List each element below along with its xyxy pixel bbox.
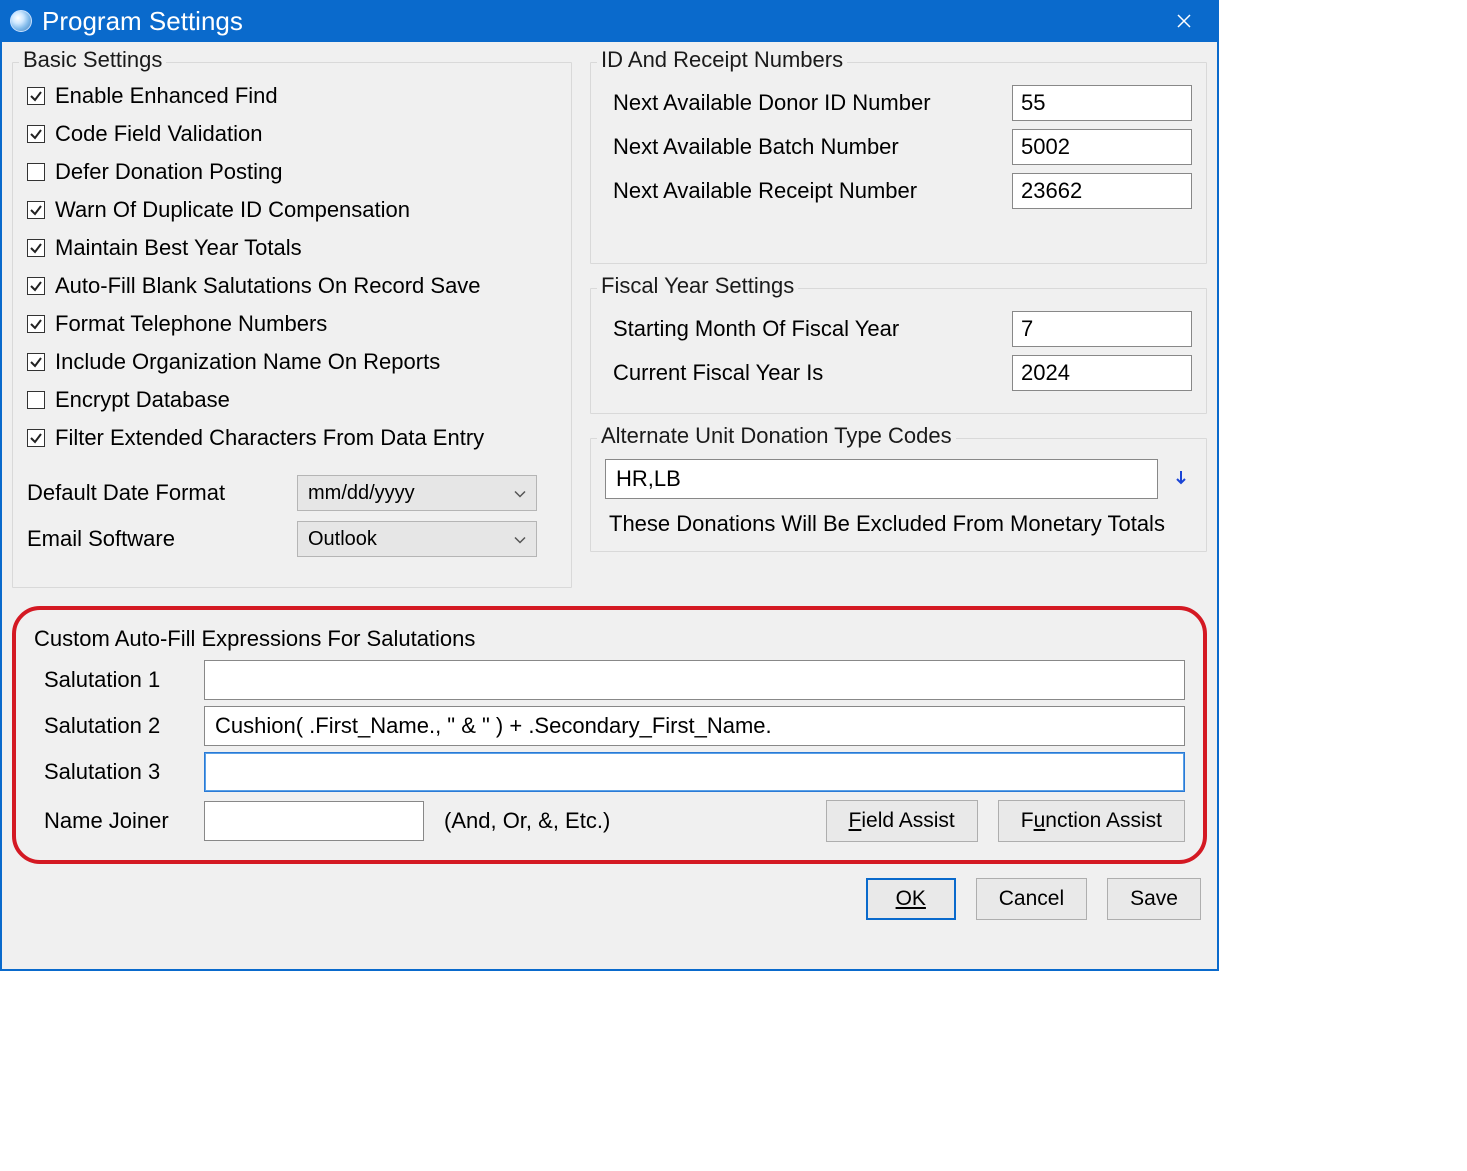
checkbox[interactable] xyxy=(27,239,45,257)
checkbox[interactable] xyxy=(27,391,45,409)
arrow-down-icon[interactable] xyxy=(1170,468,1192,490)
fiscal-year-input[interactable] xyxy=(1012,355,1192,391)
salutation1-input[interactable] xyxy=(204,660,1185,700)
checkbox-label: Enable Enhanced Find xyxy=(55,83,278,109)
checkbox-row: Code Field Validation xyxy=(27,121,557,147)
batch-num-label: Next Available Batch Number xyxy=(605,134,1012,160)
checkbox-row: Filter Extended Characters From Data Ent… xyxy=(27,425,557,451)
salutation3-input[interactable] xyxy=(204,752,1185,792)
dialog-buttons: OK Cancel Save xyxy=(12,878,1201,920)
fiscal-month-input[interactable] xyxy=(1012,311,1192,347)
checkbox-row: Defer Donation Posting xyxy=(27,159,557,185)
chevron-down-icon xyxy=(514,528,526,551)
date-format-label: Default Date Format xyxy=(27,480,297,506)
function-assist-button[interactable]: Function Assist xyxy=(998,800,1185,842)
field-assist-button[interactable]: Field Assist xyxy=(826,800,978,842)
chevron-down-icon xyxy=(514,482,526,505)
checkbox-label: Warn Of Duplicate ID Compensation xyxy=(55,197,410,223)
checkbox[interactable] xyxy=(27,315,45,333)
checkbox-label: Maintain Best Year Totals xyxy=(55,235,302,261)
checkbox-row: Maintain Best Year Totals xyxy=(27,235,557,261)
altunit-note: These Donations Will Be Excluded From Mo… xyxy=(605,511,1192,537)
date-format-select[interactable]: mm/dd/yyyy xyxy=(297,475,537,511)
altunit-group: Alternate Unit Donation Type Codes These… xyxy=(590,438,1207,552)
id-numbers-title: ID And Receipt Numbers xyxy=(597,47,847,73)
close-icon xyxy=(1176,13,1192,29)
window-title: Program Settings xyxy=(42,6,1161,37)
basic-settings-group: Basic Settings Enable Enhanced FindCode … xyxy=(12,62,572,588)
checkbox-label: Format Telephone Numbers xyxy=(55,311,327,337)
titlebar: Program Settings xyxy=(2,0,1217,42)
checkbox[interactable] xyxy=(27,163,45,181)
checkbox-label: Filter Extended Characters From Data Ent… xyxy=(55,425,484,451)
donor-id-input[interactable] xyxy=(1012,85,1192,121)
salutation-group: Custom Auto-Fill Expressions For Salutat… xyxy=(12,606,1207,864)
salutation1-label: Salutation 1 xyxy=(34,667,204,693)
checkbox-row: Encrypt Database xyxy=(27,387,557,413)
receipt-num-input[interactable] xyxy=(1012,173,1192,209)
email-software-value: Outlook xyxy=(308,528,377,551)
checkbox[interactable] xyxy=(27,201,45,219)
name-joiner-input[interactable] xyxy=(204,801,424,841)
app-icon xyxy=(10,10,32,32)
salutation3-label: Salutation 3 xyxy=(34,759,204,785)
id-numbers-group: ID And Receipt Numbers Next Available Do… xyxy=(590,62,1207,264)
basic-settings-title: Basic Settings xyxy=(19,47,166,73)
ok-button[interactable]: OK xyxy=(866,878,956,920)
checkbox[interactable] xyxy=(27,87,45,105)
checkbox[interactable] xyxy=(27,125,45,143)
email-software-label: Email Software xyxy=(27,526,297,552)
altunit-title: Alternate Unit Donation Type Codes xyxy=(597,423,956,449)
checkbox-row: Enable Enhanced Find xyxy=(27,83,557,109)
settings-window: Program Settings Basic Settings Enable E… xyxy=(0,0,1219,971)
checkbox-row: Warn Of Duplicate ID Compensation xyxy=(27,197,557,223)
salutation2-label: Salutation 2 xyxy=(34,713,204,739)
checkbox-label: Defer Donation Posting xyxy=(55,159,282,185)
salutation-group-title: Custom Auto-Fill Expressions For Salutat… xyxy=(34,626,1185,652)
content-area: Basic Settings Enable Enhanced Find Code … xyxy=(2,42,1217,969)
checkbox-row: Auto-Fill Blank Salutations On Record Sa… xyxy=(27,273,557,299)
email-software-select[interactable]: Outlook xyxy=(297,521,537,557)
checkbox-label: Auto-Fill Blank Salutations On Record Sa… xyxy=(55,273,481,299)
checkbox-label: Encrypt Database xyxy=(55,387,230,413)
date-format-value: mm/dd/yyyy xyxy=(308,482,415,505)
cancel-button[interactable]: Cancel xyxy=(976,878,1087,920)
fiscal-year-title: Fiscal Year Settings xyxy=(597,273,798,299)
checkbox-label: Code Field Validation xyxy=(55,121,263,147)
checkbox-row: Include Organization Name On Reports xyxy=(27,349,557,375)
receipt-num-label: Next Available Receipt Number xyxy=(605,178,1012,204)
name-joiner-label: Name Joiner xyxy=(34,808,204,834)
fiscal-year-group: Fiscal Year Settings Starting Month Of F… xyxy=(590,288,1207,414)
donor-id-label: Next Available Donor ID Number xyxy=(605,90,1012,116)
batch-num-input[interactable] xyxy=(1012,129,1192,165)
checkbox-row: Format Telephone Numbers xyxy=(27,311,557,337)
save-button[interactable]: Save xyxy=(1107,878,1201,920)
checkbox[interactable] xyxy=(27,353,45,371)
close-button[interactable] xyxy=(1161,0,1207,42)
fiscal-month-label: Starting Month Of Fiscal Year xyxy=(605,316,1012,342)
altunit-codes-input[interactable] xyxy=(605,459,1158,499)
checkbox[interactable] xyxy=(27,277,45,295)
checkbox-label: Include Organization Name On Reports xyxy=(55,349,440,375)
checkbox[interactable] xyxy=(27,429,45,447)
fiscal-year-label: Current Fiscal Year Is xyxy=(605,360,1012,386)
name-joiner-hint: (And, Or, &, Etc.) xyxy=(444,808,826,834)
salutation2-input[interactable] xyxy=(204,706,1185,746)
